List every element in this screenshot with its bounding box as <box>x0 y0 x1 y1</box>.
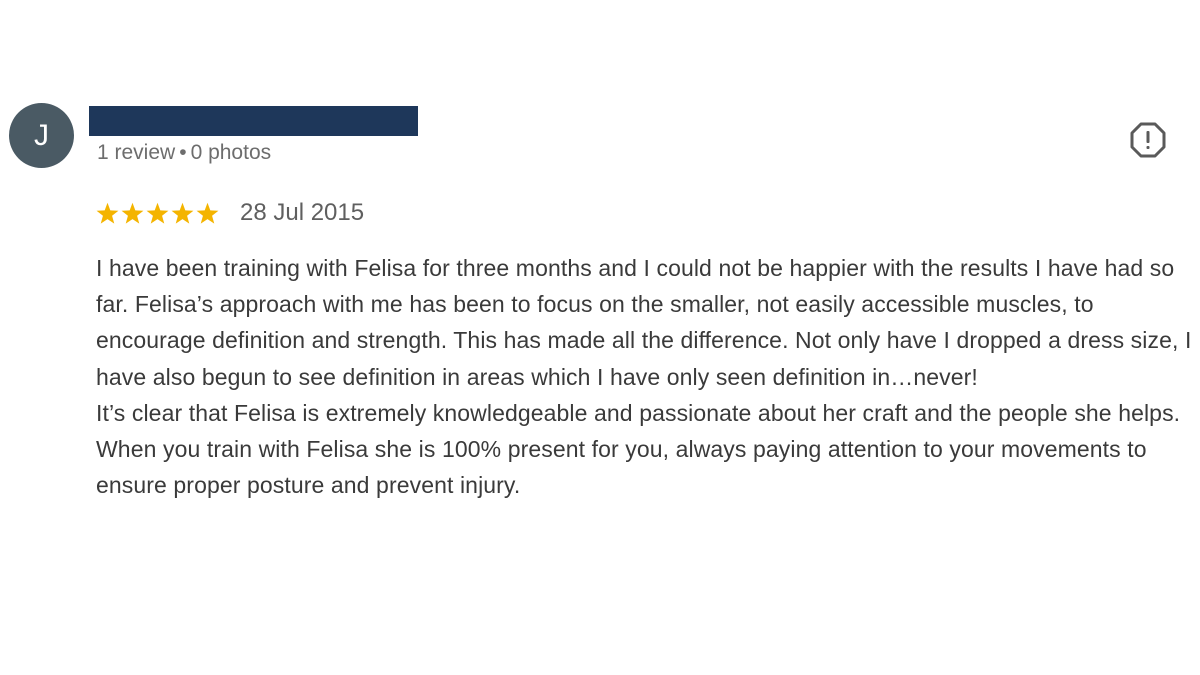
star-icon <box>196 202 219 224</box>
review-paragraph-1: I have been training with Felisa for thr… <box>96 255 1192 390</box>
review-card: J 1 review • 0 photos 28 Jul 2015 I have b… <box>0 0 1200 675</box>
review-date: 28 Jul 2015 <box>240 199 365 226</box>
report-button[interactable] <box>1130 122 1166 158</box>
avatar-initial: J <box>34 118 49 152</box>
star-icon <box>146 202 169 224</box>
reviewer-meta: 1 review • 0 photos <box>97 141 271 165</box>
review-paragraph-2: It’s clear that Felisa is extremely know… <box>96 399 1181 499</box>
review-text: I have been training with Felisa for thr… <box>96 250 1196 503</box>
avatar[interactable]: J <box>9 103 74 168</box>
report-icon <box>1130 122 1166 158</box>
meta-separator: • <box>179 141 187 164</box>
review-count: 1 review <box>97 141 176 164</box>
star-rating <box>96 202 219 225</box>
photo-count: 0 photos <box>190 141 272 164</box>
rating-row: 28 Jul 2015 <box>96 197 364 229</box>
star-icon <box>171 202 194 224</box>
reviewer-name-redacted[interactable] <box>89 106 418 136</box>
star-icon <box>121 202 144 224</box>
star-icon <box>96 202 119 224</box>
